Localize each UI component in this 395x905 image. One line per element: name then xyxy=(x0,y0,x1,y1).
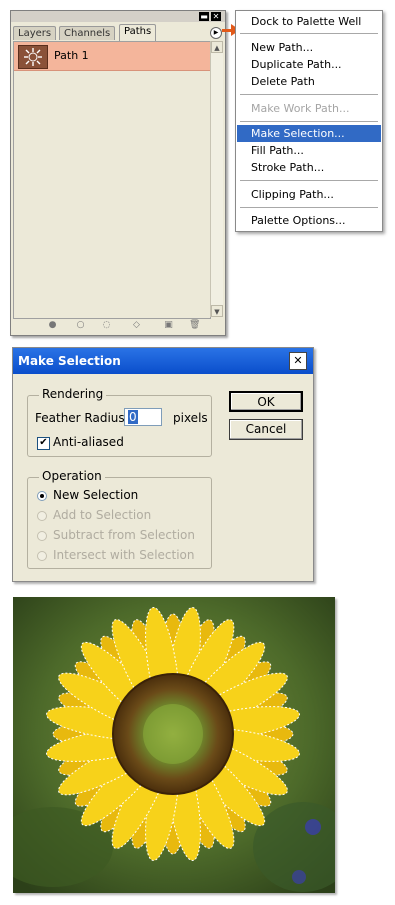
paths-palette: ▬ ✕ Layers Channels Paths ▶ Path 1 ▲ ▼ ●… xyxy=(10,10,226,336)
radio-new-selection[interactable] xyxy=(37,491,47,501)
scroll-up-icon[interactable]: ▲ xyxy=(211,41,223,53)
feather-unit-label: pixels xyxy=(173,411,208,425)
menu-item-stroke-path[interactable]: Stroke Path... xyxy=(237,159,381,176)
radio-intersect-with-selection[interactable] xyxy=(37,551,47,561)
sunflower-photo xyxy=(13,597,335,893)
make-work-path-icon[interactable]: ◇ xyxy=(131,320,142,331)
tab-layers[interactable]: Layers xyxy=(13,26,57,40)
anti-aliased-checkbox[interactable]: ✔ xyxy=(37,437,50,450)
menu-item-make-work-path[interactable]: Make Work Path... xyxy=(237,100,381,117)
paths-list: Path 1 xyxy=(13,41,211,319)
menu-item-fill-path[interactable]: Fill Path... xyxy=(237,142,381,159)
feather-radius-label: Feather Radius: xyxy=(35,411,129,425)
feather-radius-value: 0 xyxy=(128,410,138,424)
menu-item-delete-path[interactable]: Delete Path xyxy=(237,73,381,90)
stroke-path-icon[interactable]: ○ xyxy=(75,320,86,331)
dialog-title-bar[interactable]: Make Selection ✕ xyxy=(13,348,313,374)
menu-separator xyxy=(240,180,378,181)
cancel-button[interactable]: Cancel xyxy=(229,419,303,440)
intersect-with-selection-label: Intersect with Selection xyxy=(53,548,195,562)
radio-add-to-selection[interactable] xyxy=(37,511,47,521)
menu-item-new-path[interactable]: New Path... xyxy=(237,39,381,56)
palette-flyout-menu: Dock to Palette Well New Path... Duplica… xyxy=(235,10,383,232)
palette-scrollbar[interactable]: ▲ ▼ xyxy=(210,41,223,317)
tab-channels[interactable]: Channels xyxy=(59,26,116,40)
menu-separator xyxy=(240,94,378,95)
rendering-legend: Rendering xyxy=(39,387,107,401)
feather-radius-input[interactable]: 0 xyxy=(124,408,162,426)
path-name: Path 1 xyxy=(54,49,89,62)
delete-path-icon[interactable]: 🗑 xyxy=(189,320,200,331)
close-icon[interactable]: ✕ xyxy=(211,12,221,21)
menu-separator xyxy=(240,33,378,34)
path-thumbnail-icon xyxy=(18,45,48,69)
palette-title-bar[interactable]: ▬ ✕ xyxy=(11,11,225,22)
minimize-icon[interactable]: ▬ xyxy=(199,12,209,21)
palette-footer: ● ○ ◌ ◇ ▣ 🗑 xyxy=(13,318,221,333)
operation-legend: Operation xyxy=(39,469,105,483)
add-to-selection-label: Add to Selection xyxy=(53,508,152,522)
close-icon[interactable]: ✕ xyxy=(289,352,307,370)
menu-item-palette-options[interactable]: Palette Options... xyxy=(237,212,381,229)
new-path-icon[interactable]: ▣ xyxy=(163,320,174,331)
tab-paths[interactable]: Paths xyxy=(119,24,157,41)
menu-separator xyxy=(240,207,378,208)
palette-menu-icon[interactable]: ▶ xyxy=(210,27,222,39)
radio-subtract-from-selection[interactable] xyxy=(37,531,47,541)
menu-item-clipping-path[interactable]: Clipping Path... xyxy=(237,186,381,203)
path-row[interactable]: Path 1 xyxy=(14,42,210,71)
anti-aliased-label: Anti-aliased xyxy=(53,435,124,449)
dialog-title: Make Selection xyxy=(18,354,121,368)
menu-separator xyxy=(240,121,378,122)
subtract-from-selection-label: Subtract from Selection xyxy=(53,528,195,542)
scroll-down-icon[interactable]: ▼ xyxy=(211,305,223,317)
new-selection-label: New Selection xyxy=(53,488,139,502)
menu-item-make-selection[interactable]: Make Selection... xyxy=(237,125,381,142)
make-selection-dialog: Make Selection ✕ Rendering Feather Radiu… xyxy=(12,347,314,582)
fill-path-icon[interactable]: ● xyxy=(47,320,58,331)
load-selection-icon[interactable]: ◌ xyxy=(101,320,112,331)
ok-button[interactable]: OK xyxy=(229,391,303,412)
menu-item-duplicate-path[interactable]: Duplicate Path... xyxy=(237,56,381,73)
menu-item-dock-to-palette-well[interactable]: Dock to Palette Well xyxy=(237,13,381,30)
